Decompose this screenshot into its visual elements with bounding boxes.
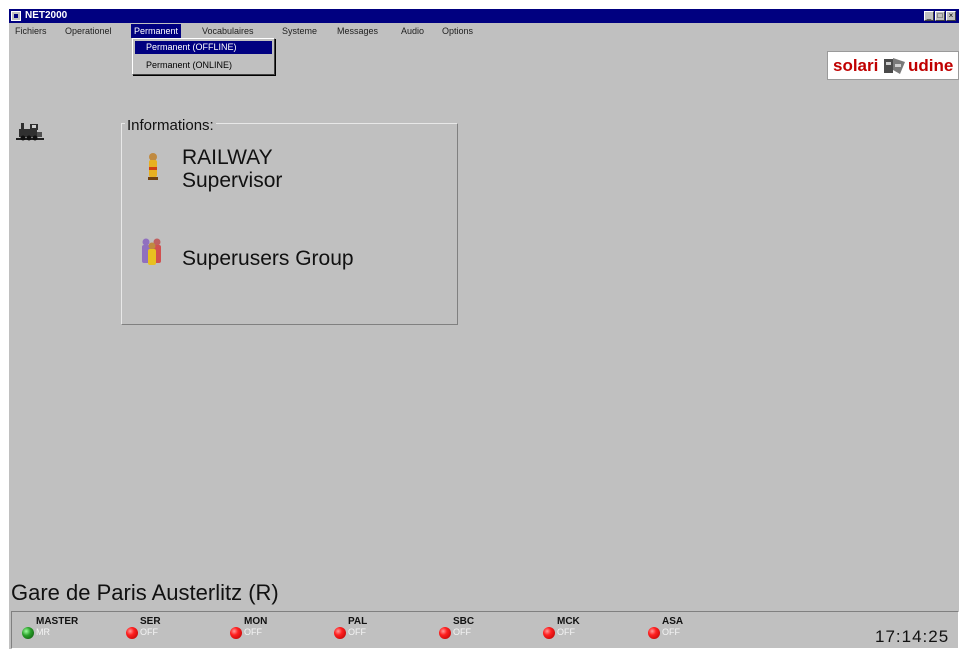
menu-audio[interactable]: Audio — [398, 24, 427, 38]
menu-item-permanent-offline[interactable]: Permanent (OFFLINE) — [135, 41, 272, 54]
informations-legend: Informations: — [125, 117, 216, 135]
led-green — [22, 627, 34, 639]
app-window: NET2000 _ □ × Fichiers Operationel Perma… — [9, 9, 959, 649]
menu-permanent[interactable]: Permanent — [131, 24, 182, 38]
led-red — [648, 627, 660, 639]
clock: 17:14:25 — [875, 627, 950, 646]
menu-options[interactable]: Options — [439, 24, 476, 38]
service-state: MR — [36, 627, 50, 637]
service-name: MASTER — [36, 616, 79, 627]
user-role-line2: Supervisor — [182, 169, 283, 192]
service-name: SBC — [453, 616, 475, 627]
service-state: OFF — [662, 627, 680, 637]
service-name: ASA — [662, 616, 684, 627]
logo-text-right: udine — [908, 56, 954, 75]
service-state: OFF — [140, 627, 158, 637]
user-group: Superusers Group — [182, 247, 354, 270]
service-name: SER — [140, 616, 161, 627]
menu-vocabulaires[interactable]: Vocabulaires — [199, 24, 257, 38]
window-title: NET2000 — [25, 10, 68, 21]
solari-logo-mark — [884, 58, 905, 74]
title-bar[interactable]: NET2000 _ □ × — [9, 9, 959, 23]
led-red — [126, 627, 138, 639]
station-name: Gare de Paris Austerlitz (R) — [11, 580, 279, 605]
logo-text-left: solari — [833, 56, 879, 75]
service-state: OFF — [453, 627, 471, 637]
menu-messages[interactable]: Messages — [334, 24, 381, 38]
user-icon — [148, 153, 158, 180]
permanent-dropdown-menu: Permanent (OFFLINE) Permanent (ONLINE) — [132, 38, 275, 75]
menu-item-permanent-online[interactable]: Permanent (ONLINE) — [135, 59, 272, 72]
service-state: OFF — [557, 627, 575, 637]
group-icon — [142, 238, 161, 265]
menu-systeme[interactable]: Systeme — [279, 24, 320, 38]
minimize-button[interactable]: _ — [924, 11, 934, 21]
service-state: OFF — [244, 627, 262, 637]
menu-bar: Fichiers Operationel Permanent Vocabulai… — [9, 24, 959, 38]
close-button[interactable]: × — [946, 11, 956, 21]
menu-operationel[interactable]: Operationel — [62, 24, 115, 38]
informations-panel — [121, 123, 458, 325]
app-icon[interactable] — [11, 11, 21, 21]
solari-udine-logo: solari udine — [827, 51, 959, 80]
led-red — [230, 627, 242, 639]
service-name: MON — [244, 616, 268, 627]
service-name: MCK — [557, 616, 580, 627]
maximize-button[interactable]: □ — [935, 11, 945, 21]
service-name: PAL — [348, 616, 368, 627]
menu-fichiers[interactable]: Fichiers — [12, 24, 50, 38]
led-red — [439, 627, 451, 639]
user-role-line1: RAILWAY — [182, 146, 273, 169]
train-icon[interactable] — [16, 121, 44, 143]
status-bar: MASTER MR SER OFF MON OFF PAL OFF SBC OF… — [11, 611, 959, 649]
led-red — [334, 627, 346, 639]
led-red — [543, 627, 555, 639]
service-state: OFF — [348, 627, 366, 637]
